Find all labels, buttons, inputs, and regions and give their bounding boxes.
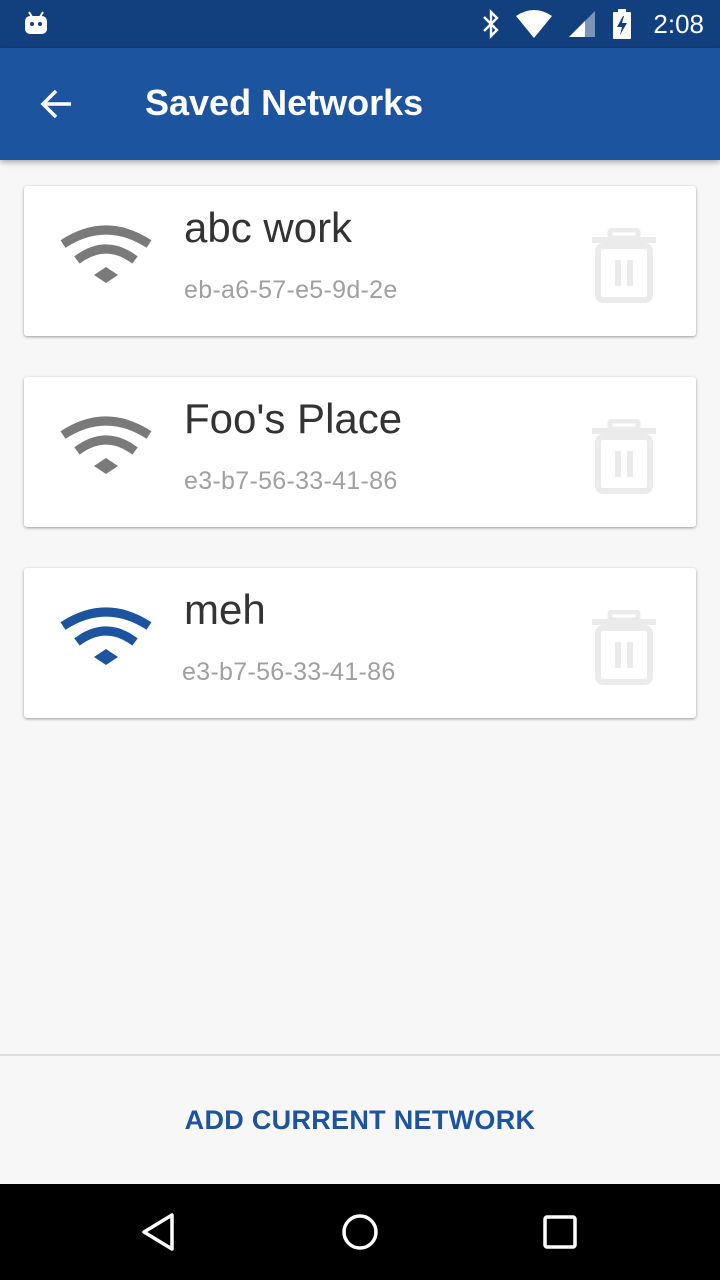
bluetooth-icon	[483, 9, 500, 39]
wifi-icon	[60, 607, 152, 665]
cell-signal-icon	[569, 11, 596, 37]
status-time: 2:08	[653, 8, 704, 39]
network-list: abc work eb-a6-57-e5-9d-2e Foo's Place e…	[24, 186, 696, 759]
network-card[interactable]: abc work eb-a6-57-e5-9d-2e	[24, 186, 696, 336]
network-name: meh	[184, 586, 266, 633]
trash-icon[interactable]	[590, 228, 658, 304]
wifi-icon	[60, 416, 152, 474]
trash-icon[interactable]	[590, 610, 658, 686]
back-triangle-icon[interactable]	[136, 1208, 184, 1256]
wifi-icon	[60, 225, 152, 283]
status-bar: 2:08	[0, 0, 720, 48]
wifi-signal-icon	[516, 10, 553, 38]
navigation-bar	[0, 1184, 720, 1280]
recents-square-icon[interactable]	[536, 1208, 584, 1256]
app-bar: Saved Networks	[0, 48, 720, 160]
network-mac: e3-b7-56-33-41-86	[184, 467, 398, 495]
battery-charging-icon	[613, 9, 632, 39]
page-title: Saved Networks	[145, 82, 424, 123]
network-name: Foo's Place	[184, 395, 403, 442]
network-card[interactable]: Foo's Place e3-b7-56-33-41-86	[24, 377, 696, 527]
network-mac: eb-a6-57-e5-9d-2e	[184, 276, 398, 304]
network-name: abc work	[184, 204, 353, 251]
arrow-back-icon	[40, 89, 71, 119]
trash-icon[interactable]	[590, 419, 658, 495]
network-mac: e3-b7-56-33-41-86	[182, 658, 396, 686]
add-current-network-button[interactable]: ADD CURRENT NETWORK	[0, 1056, 720, 1184]
network-card[interactable]: meh e3-b7-56-33-41-86	[24, 568, 696, 718]
android-debug-icon	[25, 11, 47, 34]
home-circle-icon[interactable]	[336, 1208, 384, 1256]
back-button[interactable]	[30, 78, 82, 130]
